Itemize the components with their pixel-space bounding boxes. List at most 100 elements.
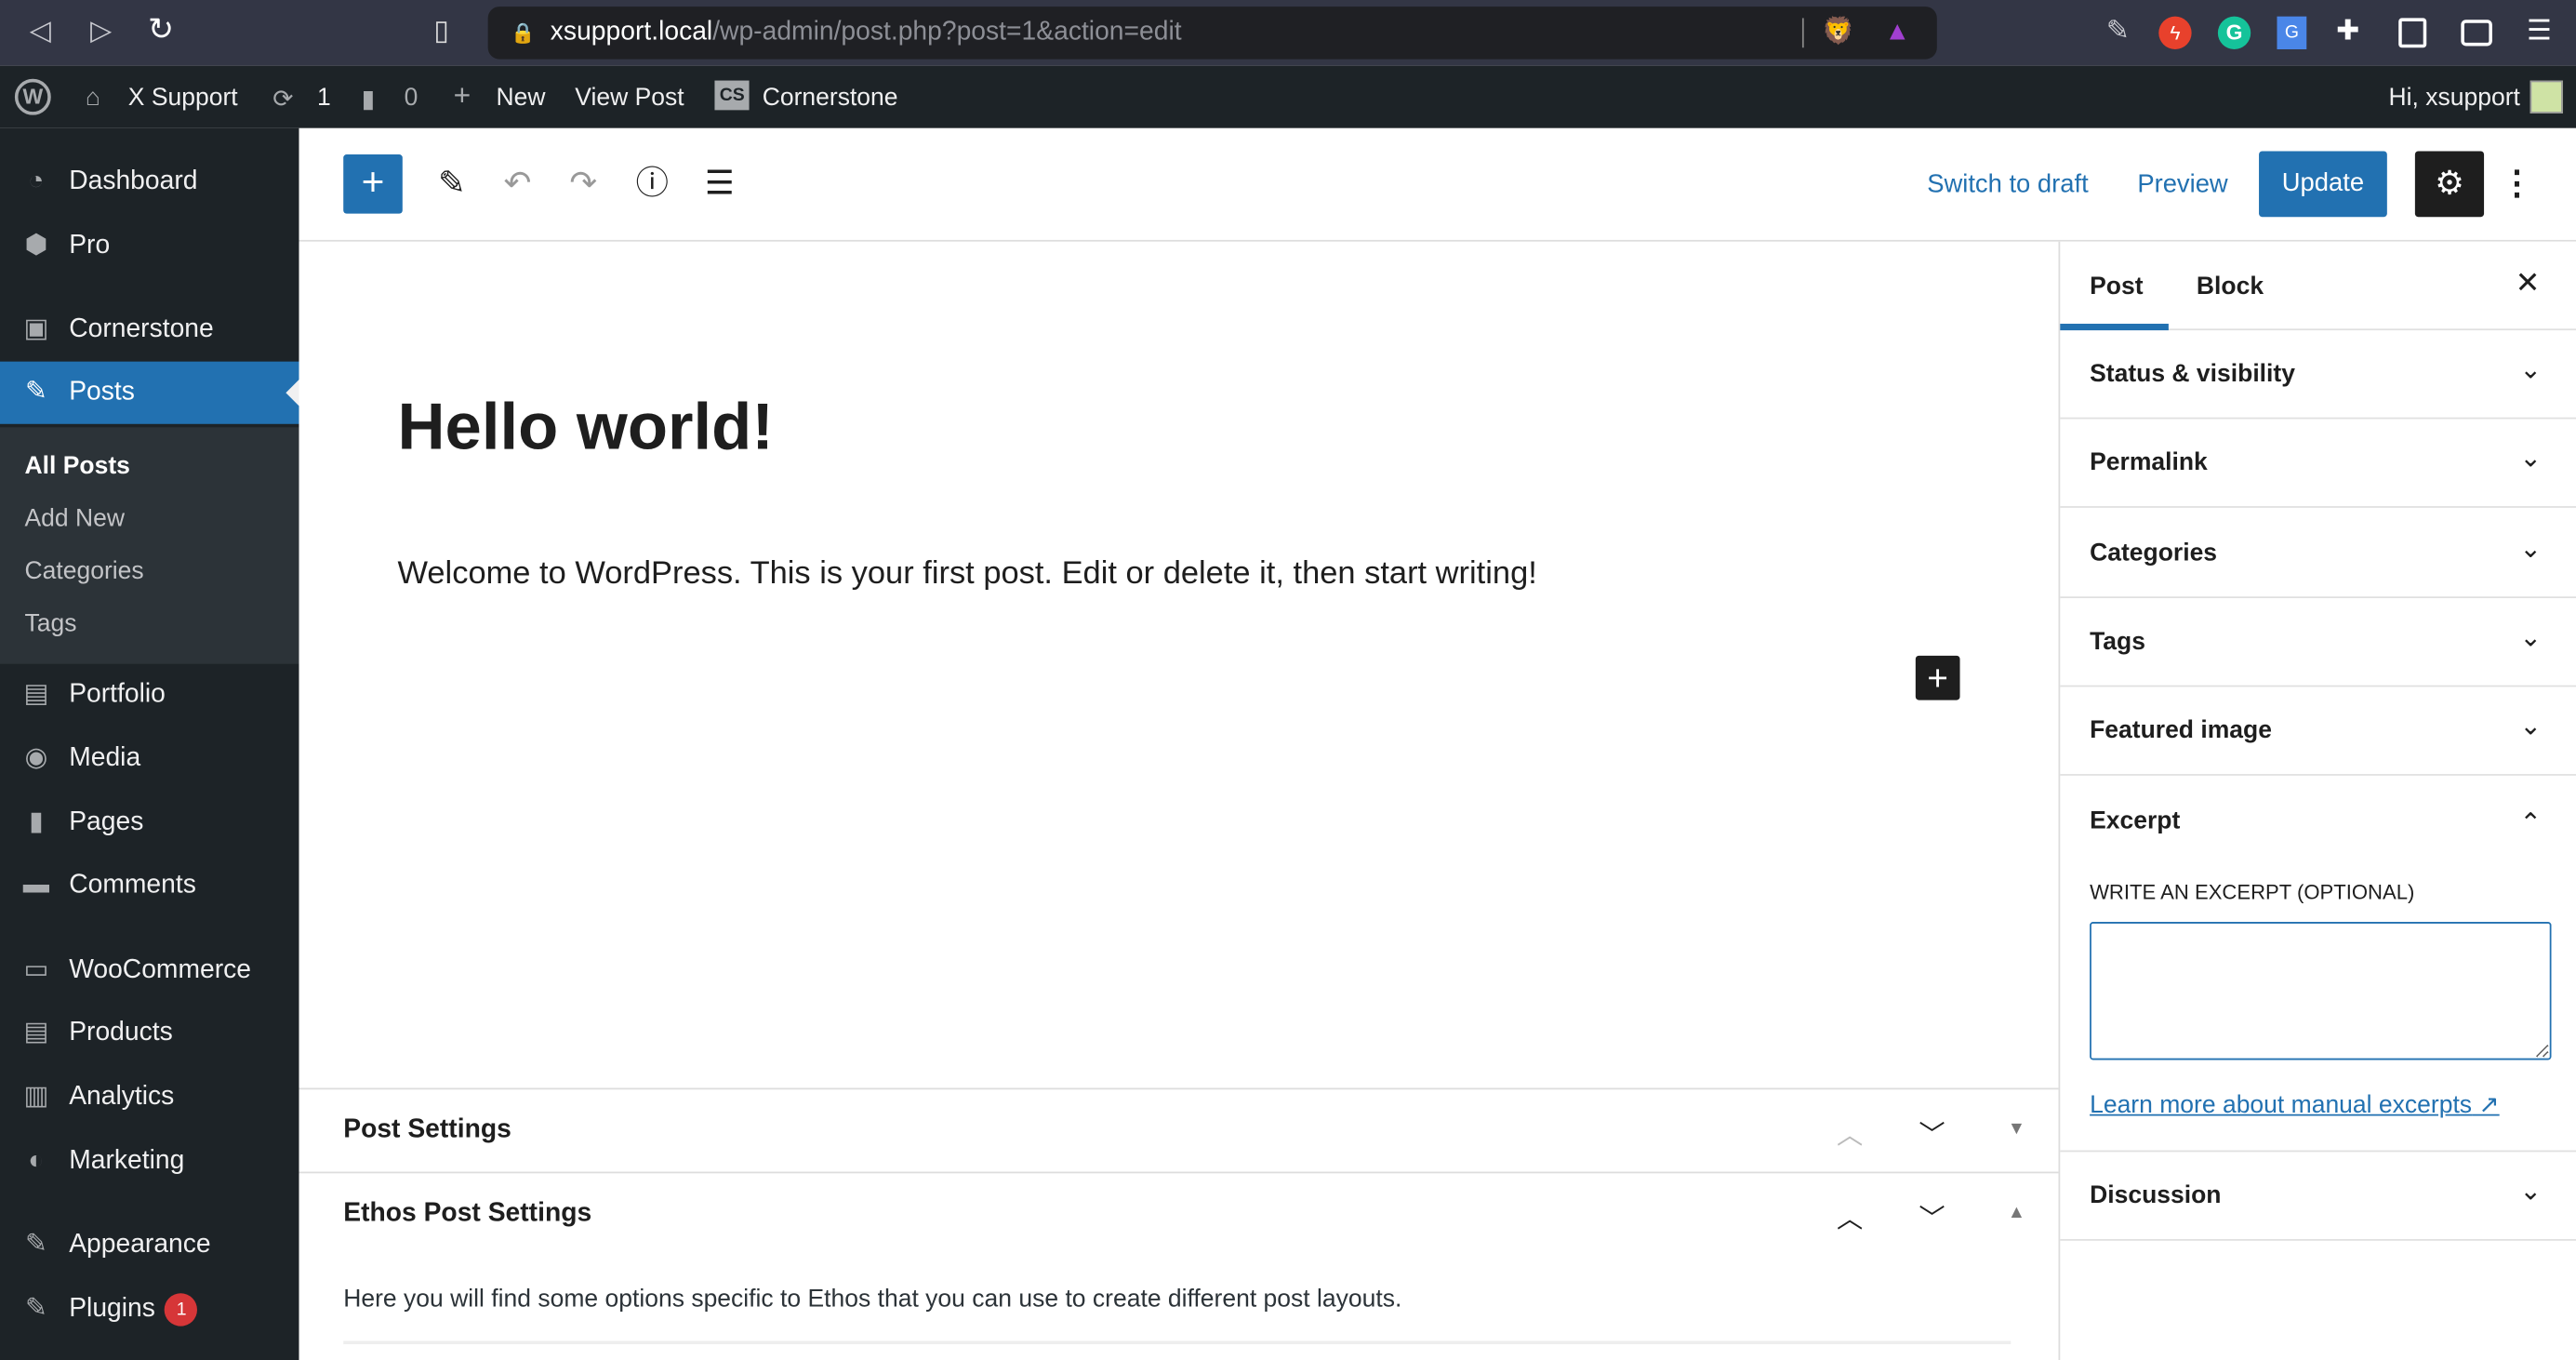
- sidebar-item-products[interactable]: ▤ Products: [0, 1003, 299, 1065]
- toggle-arrow-icon[interactable]: ▲: [2008, 1203, 2025, 1222]
- more-options-button[interactable]: ⋮: [2501, 154, 2533, 214]
- cornerstone-link[interactable]: Cornerstone: [763, 84, 898, 112]
- section-featured-image[interactable]: Featured image ⌄: [2060, 687, 2576, 776]
- submenu-categories[interactable]: Categories: [24, 557, 143, 585]
- toggle-arrow-icon[interactable]: ▼: [2008, 1119, 2025, 1139]
- wordpress-logo-icon[interactable]: W: [14, 78, 51, 115]
- sidebar-item-cornerstone[interactable]: ▣ Cornerstone: [0, 300, 299, 362]
- new-link[interactable]: New: [497, 84, 546, 112]
- preview-button[interactable]: Preview: [2137, 171, 2227, 201]
- site-name-link[interactable]: X Support: [128, 84, 238, 112]
- sidebar-item-portfolio[interactable]: ▤ Portfolio: [0, 664, 299, 727]
- translate-icon[interactable]: G: [2277, 16, 2307, 49]
- products-icon: ▤: [23, 1019, 49, 1047]
- back-icon[interactable]: ◁: [30, 15, 51, 47]
- excerpt-input[interactable]: [2090, 922, 2552, 1060]
- sidebar-item-label: Plugins: [69, 1295, 155, 1324]
- list-view-button[interactable]: ☰: [695, 154, 744, 214]
- details-info-button[interactable]: ⓘ: [628, 154, 677, 214]
- sidebar-item-plugins[interactable]: ✎ Plugins 1: [0, 1278, 299, 1340]
- address-bar[interactable]: 🔒 xsupport.local/wp-admin/post.php?post=…: [487, 7, 1937, 60]
- sidebar-item-label: Pages: [69, 808, 144, 837]
- tab-post[interactable]: Post: [2090, 273, 2143, 300]
- posts-submenu: All Posts Add New Categories Tags: [0, 427, 299, 664]
- move-down-icon[interactable]: ﹀: [1919, 1196, 1945, 1235]
- tab-block[interactable]: Block: [2197, 273, 2264, 300]
- brave-shield-icon[interactable]: 🦁: [1822, 7, 1854, 60]
- sidebar-item-label: Pro: [69, 232, 111, 260]
- sidebar-item-label: WooCommerce: [69, 956, 252, 985]
- url-path: /wp-admin/post.php?post=1&action=edit: [712, 18, 1182, 47]
- sidebar-item-appearance[interactable]: ✎ Appearance: [0, 1215, 299, 1277]
- learn-more-excerpts-link[interactable]: Learn more about manual excerpts ↗: [2090, 1089, 2500, 1119]
- section-status-visibility[interactable]: Status & visibility ⌄: [2060, 330, 2576, 420]
- lock-icon: 🔒: [511, 20, 536, 45]
- pin-icon: ✎: [25, 378, 47, 407]
- reload-icon[interactable]: ↻: [148, 11, 174, 49]
- comments-count[interactable]: 0: [405, 84, 418, 112]
- meta-box-ethos-post-settings: Ethos Post Settings ︿ ﹀ ▲ Here you will …: [299, 1171, 2059, 1360]
- view-post-link[interactable]: View Post: [575, 84, 684, 112]
- chevron-up-icon[interactable]: ⌃: [2519, 807, 2542, 839]
- update-button[interactable]: Update: [2259, 151, 2387, 218]
- section-categories[interactable]: Categories ⌄: [2060, 510, 2576, 599]
- sidebar-item-pro[interactable]: ⬢ Pro: [0, 215, 299, 277]
- sidebar-item-marketing[interactable]: ◐ Marketing: [0, 1130, 299, 1193]
- appearance-icon: ✎: [25, 1231, 47, 1260]
- analytics-icon: ▥: [23, 1083, 49, 1112]
- browser-toolbar: ◁ ▷ ↻ ▯ 🔒 xsupport.local/wp-admin/post.p…: [0, 0, 2576, 66]
- sidebar-item-label: Cornerstone: [69, 315, 214, 344]
- sidebar-item-label: Analytics: [69, 1083, 175, 1112]
- extension-bolt-icon[interactable]: ϟ: [2158, 16, 2192, 49]
- extensions-icon[interactable]: ✚: [2336, 15, 2359, 47]
- wallet-icon[interactable]: [2461, 20, 2492, 47]
- move-down-icon[interactable]: ﹀: [1919, 1113, 1945, 1152]
- close-icon[interactable]: ✕: [2516, 266, 2541, 300]
- woocommerce-icon: ▭: [23, 956, 49, 985]
- settings-gear-button[interactable]: ⚙: [2414, 151, 2485, 218]
- edit-tools-button[interactable]: ✎: [427, 154, 476, 214]
- chevron-down-icon: ⌄: [2519, 445, 2542, 473]
- redo-button[interactable]: ↷: [559, 154, 608, 214]
- submenu-all-posts[interactable]: All Posts: [24, 452, 129, 480]
- eyedropper-icon[interactable]: ✎: [2106, 15, 2130, 47]
- section-tags[interactable]: Tags ⌄: [2060, 598, 2576, 687]
- undo-button[interactable]: ↶: [493, 154, 542, 214]
- user-greeting[interactable]: Hi, xsupport: [2389, 84, 2520, 112]
- sidebar-item-pages[interactable]: ▮ Pages: [0, 792, 299, 854]
- submenu-add-new[interactable]: Add New: [24, 504, 125, 532]
- meta-box-title[interactable]: Ethos Post Settings: [343, 1200, 591, 1230]
- grammarly-icon[interactable]: G: [2217, 16, 2251, 49]
- menu-icon[interactable]: ☰: [2527, 15, 2552, 47]
- bookmark-icon[interactable]: ▯: [433, 15, 449, 47]
- post-paragraph[interactable]: Welcome to WordPress. This is your first…: [398, 555, 1537, 593]
- updates-count[interactable]: 1: [317, 84, 331, 112]
- submenu-tags[interactable]: Tags: [24, 609, 76, 637]
- meta-box-title[interactable]: Post Settings: [343, 1116, 511, 1146]
- switch-to-draft-button[interactable]: Switch to draft: [1927, 171, 2089, 201]
- inline-add-block-button[interactable]: +: [1915, 655, 1960, 700]
- section-discussion[interactable]: Discussion ⌄: [2060, 1152, 2576, 1241]
- url-host: xsupport.local: [550, 18, 713, 47]
- post-title[interactable]: Hello world!: [398, 391, 774, 464]
- forward-icon[interactable]: ▷: [90, 15, 112, 47]
- sidebar-item-analytics[interactable]: ▥ Analytics: [0, 1067, 299, 1129]
- sidebar-item-dashboard[interactable]: ◔ Dashboard: [0, 152, 299, 214]
- pages-icon: ▮: [29, 808, 44, 837]
- sidebar-item-label: Media: [69, 744, 141, 773]
- section-excerpt: Excerpt ⌃ WRITE AN EXCERPT (OPTIONAL) Lea…: [2060, 778, 2576, 1153]
- avatar[interactable]: [2530, 80, 2563, 113]
- updates-icon: ⟳: [272, 85, 294, 113]
- meta-box-description: Here you will find some options specific…: [343, 1285, 1402, 1313]
- excerpt-toggle[interactable]: Excerpt: [2090, 807, 2180, 834]
- sidebar-item-woocommerce[interactable]: ▭ WooCommerce: [0, 940, 299, 1002]
- add-block-button[interactable]: +: [343, 154, 403, 214]
- sidebar-icon[interactable]: [2398, 18, 2427, 48]
- sidebar-item-posts[interactable]: ✎ Posts: [0, 361, 299, 424]
- sidebar-item-media[interactable]: ◉ Media: [0, 728, 299, 791]
- sidebar-item-comments[interactable]: ▬ Comments: [0, 855, 299, 917]
- move-up-icon[interactable]: ︿: [1837, 1113, 1863, 1152]
- section-permalink[interactable]: Permalink ⌄: [2060, 419, 2576, 508]
- brave-rewards-icon[interactable]: ▲: [1884, 7, 1910, 60]
- move-up-icon[interactable]: ︿: [1837, 1196, 1863, 1235]
